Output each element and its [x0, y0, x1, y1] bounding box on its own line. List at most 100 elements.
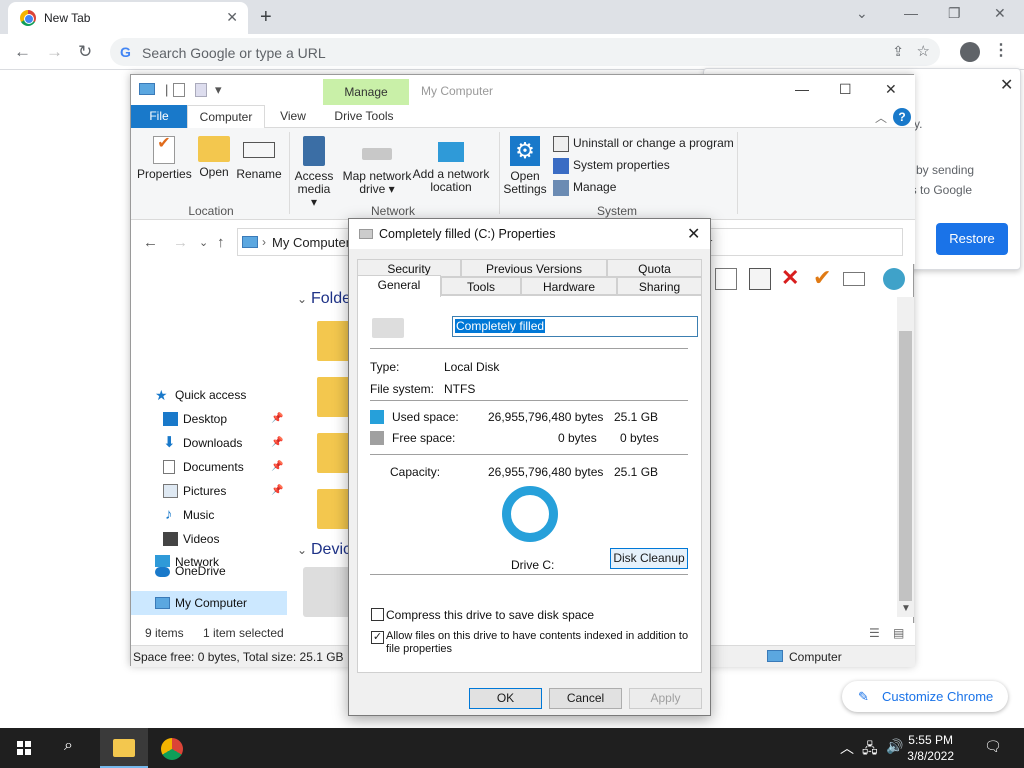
tab-new-tab[interactable]: New Tab ✕: [8, 2, 248, 34]
paste-icon[interactable]: [749, 268, 771, 290]
taskbar-chrome[interactable]: [148, 728, 196, 768]
tab-previous-versions[interactable]: Previous Versions: [461, 259, 607, 277]
collapse-chevron-icon[interactable]: ⌄: [297, 543, 307, 557]
rename-icon[interactable]: [843, 272, 865, 286]
uninstall-program-button[interactable]: Uninstall or change a program: [553, 136, 734, 152]
search-button[interactable]: ⌕: [48, 728, 96, 768]
tab-file[interactable]: File: [131, 105, 187, 128]
folder-documents-icon[interactable]: [317, 377, 351, 417]
nav-item-music[interactable]: ♪ Music: [131, 503, 287, 527]
map-network-drive-button[interactable]: Map network drive ▾: [337, 136, 417, 196]
open-settings-button[interactable]: ⚙ Open Settings: [503, 136, 547, 196]
notifications-icon[interactable]: 🗨: [984, 738, 1002, 755]
drive-name-input[interactable]: Completely filled: [452, 316, 698, 337]
start-button[interactable]: [0, 728, 48, 768]
qat-dropdown-icon[interactable]: ▾: [215, 82, 222, 98]
add-network-location-button[interactable]: Add a network location: [411, 136, 491, 194]
close-tab-icon[interactable]: ✕: [226, 9, 238, 26]
folder-3d-objects-icon[interactable]: [317, 321, 351, 361]
open-button[interactable]: Open: [195, 136, 233, 179]
nav-item-pictures[interactable]: Pictures 📌: [131, 479, 287, 503]
tray-chevron-up-icon[interactable]: ︿: [840, 738, 854, 758]
section-folders-header[interactable]: Folde: [311, 290, 351, 308]
collapse-chevron-icon[interactable]: ⌄: [297, 292, 307, 306]
customize-chrome-button[interactable]: ✎ Customize Chrome: [842, 681, 1008, 712]
tab-general[interactable]: General: [357, 275, 441, 297]
new-tab-plus-icon[interactable]: +: [260, 6, 272, 29]
bookmark-star-icon[interactable]: ☆: [917, 42, 930, 60]
nav-item-downloads[interactable]: ⬇ Downloads 📌: [131, 431, 287, 455]
scroll-down-icon[interactable]: ▼: [901, 603, 911, 614]
local-disk-icon[interactable]: [303, 567, 351, 617]
copy-icon[interactable]: [715, 268, 737, 290]
profile-avatar-icon[interactable]: [960, 42, 980, 62]
tab-hardware[interactable]: Hardware: [521, 277, 617, 295]
nav-item-videos[interactable]: Videos: [131, 527, 287, 551]
nav-item-desktop[interactable]: Desktop 📌: [131, 407, 287, 431]
nav-quick-access[interactable]: ★ Quick access: [131, 383, 287, 407]
system-properties-button[interactable]: System properties: [553, 158, 670, 174]
back-arrow-icon[interactable]: ←: [14, 42, 31, 62]
taskbar-file-explorer[interactable]: [100, 728, 148, 768]
ok-button[interactable]: OK: [469, 688, 542, 709]
close-window-icon[interactable]: ✕: [994, 5, 1006, 22]
tab-computer[interactable]: Computer: [187, 105, 265, 129]
volume-icon[interactable]: 🔊: [886, 738, 903, 755]
rename-button[interactable]: Rename: [235, 136, 283, 181]
omnibox[interactable]: G Search Google or type a URL ⇪ ☆: [110, 38, 940, 66]
back-arrow-icon[interactable]: ←: [143, 234, 158, 251]
maximize-icon[interactable]: ☐: [839, 81, 852, 98]
menu-kebab-icon[interactable]: ⋮: [993, 40, 1009, 60]
checkmark-icon[interactable]: ✔: [813, 265, 831, 291]
pin-icon[interactable]: 📌: [271, 407, 283, 431]
tab-sharing[interactable]: Sharing: [617, 277, 702, 295]
folder-videos-icon[interactable]: [317, 489, 351, 529]
tab-drive-tools[interactable]: Drive Tools: [327, 105, 401, 128]
tab-view[interactable]: View: [271, 105, 315, 128]
vertical-scrollbar[interactable]: [897, 297, 914, 617]
tab-quota[interactable]: Quota: [607, 259, 702, 277]
globe-icon[interactable]: [883, 268, 905, 290]
clock[interactable]: 5:55 PM 3/8/2022: [907, 732, 954, 764]
collapse-ribbon-icon[interactable]: ︿: [875, 109, 887, 126]
help-icon[interactable]: ?: [893, 108, 911, 126]
nav-item-documents[interactable]: Documents 📌: [131, 455, 287, 479]
cancel-button[interactable]: Cancel: [549, 688, 622, 709]
tab-tools[interactable]: Tools: [441, 277, 521, 295]
restore-window-icon[interactable]: ❐: [948, 5, 961, 22]
large-icons-view-icon[interactable]: ▤: [893, 626, 904, 640]
details-view-icon[interactable]: ☰: [869, 626, 880, 640]
chevron-down-icon[interactable]: ⌄: [856, 5, 868, 22]
tab-manage[interactable]: Manage: [323, 79, 409, 105]
disk-cleanup-button[interactable]: Disk Cleanup: [610, 548, 688, 569]
properties-qat-icon[interactable]: [173, 83, 185, 97]
forward-arrow-icon[interactable]: →: [173, 234, 188, 251]
close-icon[interactable]: ✕: [687, 224, 700, 244]
nav-my-computer[interactable]: My Computer: [131, 591, 287, 615]
index-checkbox[interactable]: ✓: [371, 631, 384, 644]
close-icon[interactable]: ✕: [1000, 75, 1013, 95]
network-status-icon[interactable]: 🖧: [862, 738, 878, 762]
properties-button[interactable]: ✔ Properties: [137, 136, 192, 181]
section-devices-header[interactable]: Devic: [311, 541, 351, 559]
restore-button[interactable]: Restore: [936, 223, 1008, 255]
pin-icon[interactable]: 📌: [271, 431, 283, 455]
recent-dropdown-icon[interactable]: ⌄: [199, 236, 208, 249]
minimize-icon[interactable]: —: [795, 81, 809, 97]
close-icon[interactable]: ✕: [885, 81, 897, 98]
pin-icon[interactable]: 📌: [271, 479, 283, 503]
access-media-button[interactable]: Access media ▾: [293, 136, 335, 209]
folder-music-icon[interactable]: [317, 433, 351, 473]
apply-button[interactable]: Apply: [629, 688, 702, 709]
share-icon[interactable]: ⇪: [892, 43, 904, 60]
new-folder-qat-icon[interactable]: [195, 83, 207, 97]
pin-icon[interactable]: 📌: [271, 455, 283, 479]
up-arrow-icon[interactable]: ↑: [217, 234, 225, 251]
forward-arrow-icon[interactable]: →: [46, 42, 63, 62]
scrollbar-thumb[interactable]: [899, 331, 912, 601]
delete-x-icon[interactable]: ✕: [781, 265, 799, 291]
reload-icon[interactable]: ↻: [78, 42, 92, 62]
manage-button[interactable]: Manage: [553, 180, 616, 196]
compress-checkbox[interactable]: [371, 608, 384, 621]
nav-network[interactable]: Network: [131, 550, 287, 574]
